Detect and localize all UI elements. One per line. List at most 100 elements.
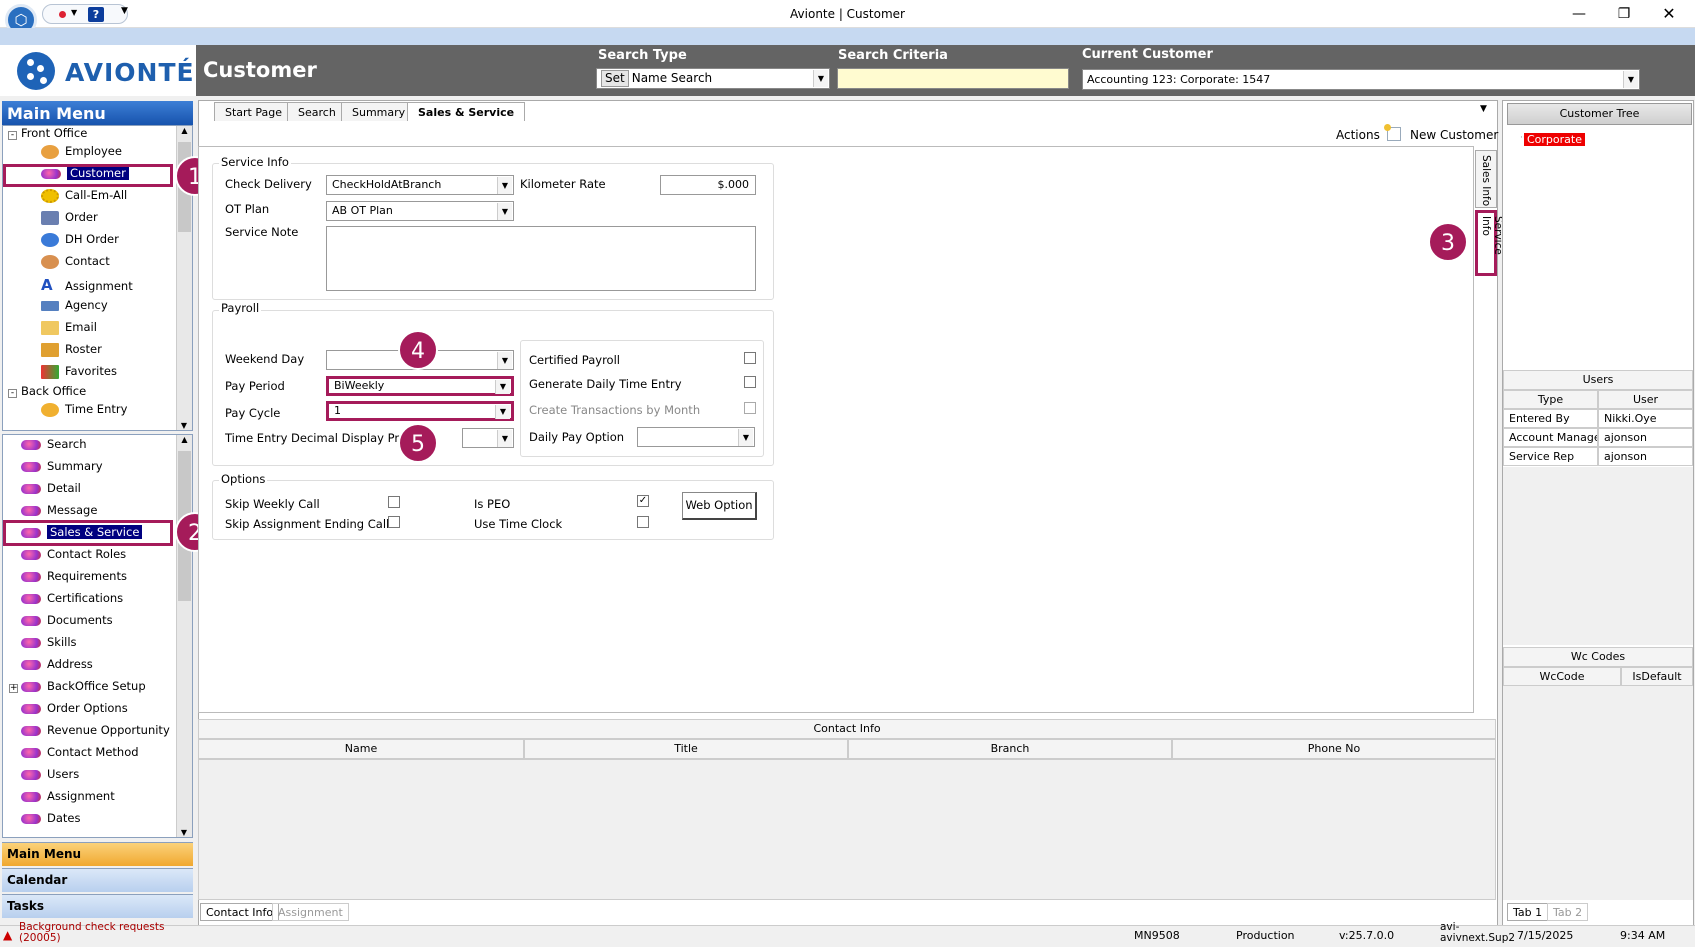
current-customer-select[interactable]: Accounting 123: Corporate: 1547 ▼ [1082,69,1640,90]
scroll-down-icon[interactable]: ▼ [177,421,191,430]
submenu-item-summary[interactable]: Summary [21,459,103,477]
pay-cycle-select[interactable]: 1 ▼ [326,401,514,421]
tree-item-employee[interactable]: Employee [41,144,122,162]
restore-icon[interactable]: ❐ [1611,4,1637,24]
tab-start-page[interactable]: Start Page [214,102,293,121]
use-time-clock-checkbox[interactable] [637,516,649,528]
collapse-icon[interactable]: - [8,131,17,140]
tree-item-front-office[interactable]: - Front Office [8,126,87,144]
certified-payroll-checkbox[interactable] [744,352,756,364]
tree-item-contact[interactable]: Contact [41,254,110,272]
tab-search[interactable]: Search [287,102,347,121]
tab-assignment[interactable]: Assignment [272,903,349,921]
tab-summary[interactable]: Summary [341,102,417,121]
submenu-item-documents[interactable]: Documents [21,613,113,631]
submenu-item-assignment[interactable]: Assignment [21,789,115,807]
tree-node-corporate[interactable]: Corporate [1524,133,1585,146]
wc-column-wccode[interactable]: WcCode [1503,667,1621,686]
chevron-down-icon[interactable]: ▼ [495,405,510,419]
users-column-user[interactable]: User [1598,390,1693,409]
chevron-down-icon[interactable]: ▼ [497,352,512,369]
chevron-down-icon[interactable]: ▼ [497,430,512,447]
submenu-item-message[interactable]: Message [21,503,97,521]
side-tab-sales-info[interactable]: Sales Info [1475,150,1497,208]
right-tab-1[interactable]: Tab 1 [1507,903,1549,921]
tree-item-order[interactable]: Order [41,210,98,228]
new-customer-icon[interactable] [1384,124,1401,141]
side-tab-service-info[interactable]: Service Info [1475,210,1504,276]
column-header-title[interactable]: Title [524,739,848,759]
scroll-down-icon[interactable]: ▼ [177,828,191,837]
submenu-item-detail[interactable]: Detail [21,481,81,499]
tree-item-call-em-all[interactable]: Call-Em-All [41,188,127,206]
background-check-alert[interactable]: Background check requests (20005) [19,922,164,944]
chevron-down-icon[interactable]: ▼ [495,380,510,394]
submenu-item-label: BackOffice Setup [47,679,146,693]
skip-weekly-call-checkbox[interactable] [388,496,400,508]
chevron-down-icon[interactable]: ▼ [738,429,753,446]
submenu-item-backoffice-setup[interactable]: + BackOffice Setup [9,679,146,697]
tree-item-back-office[interactable]: - Back Office [8,384,86,402]
skip-assignment-ending-checkbox[interactable] [388,516,400,528]
wc-column-isdefault[interactable]: IsDefault [1621,667,1693,686]
tree-item-roster[interactable]: Roster [41,342,102,360]
collapse-icon[interactable]: - [8,389,17,398]
check-delivery-select[interactable]: CheckHoldAtBranch ▼ [326,175,514,195]
service-note-textarea[interactable] [326,226,756,291]
is-peo-checkbox[interactable]: ✓ [637,495,649,507]
submenu-scrollbar[interactable]: ▲ ▼ [176,435,192,837]
column-header-branch[interactable]: Branch [848,739,1172,759]
warning-icon[interactable]: ▲ [3,928,12,942]
submenu-item-search[interactable]: Search [21,437,87,455]
chevron-down-icon[interactable]: ▼ [813,70,828,87]
daily-pay-option-select[interactable]: ▼ [637,427,755,447]
chevron-down-icon[interactable]: ▼ [1623,71,1638,88]
nav-tasks-button[interactable]: Tasks [2,894,193,918]
nav-calendar-button[interactable]: Calendar [2,868,193,892]
pay-period-select[interactable]: BiWeekly ▼ [326,376,514,396]
submenu-item-skills[interactable]: Skills [21,635,77,653]
submenu-item-contact-roles[interactable]: Contact Roles [21,547,126,565]
tree-item-assignment[interactable]: A Assignment [41,276,133,294]
search-type-select[interactable]: Set Name Search ▼ [596,68,830,89]
chevron-down-icon[interactable]: ▼ [497,177,512,194]
new-customer-button[interactable]: New Customer [1410,128,1498,142]
submenu-item-contact-method[interactable]: Contact Method [21,745,139,763]
chevron-down-icon[interactable]: ▼ [497,203,512,220]
customer-tree-button[interactable]: Customer Tree [1507,103,1692,125]
submenu-item-requirements[interactable]: Requirements [21,569,127,587]
tab-contact-info[interactable]: Contact Info [200,903,280,921]
tree-item-dh-order[interactable]: DH Order [41,232,119,250]
submenu-item-certifications[interactable]: Certifications [21,591,123,609]
nav-main-menu-button[interactable]: Main Menu [2,842,193,866]
tree-item-email[interactable]: Email [41,320,97,338]
ot-plan-select[interactable]: AB OT Plan ▼ [326,201,514,221]
tree-item-time-entry[interactable]: Time Entry [41,402,127,420]
scroll-up-icon[interactable]: ▲ [177,435,192,444]
scroll-up-icon[interactable]: ▲ [177,126,192,135]
actions-menu[interactable]: Actions [1336,128,1380,142]
set-button[interactable]: Set [601,70,629,87]
time-entry-decimal-select[interactable]: ▼ [462,428,514,448]
minimize-icon[interactable]: — [1566,4,1592,24]
kilometer-rate-input[interactable]: $.000 [660,175,756,195]
tab-sales-service[interactable]: Sales & Service [407,102,526,121]
create-transactions-checkbox[interactable] [744,402,756,414]
users-column-type[interactable]: Type [1503,390,1598,409]
web-option-button[interactable]: Web Option [682,492,757,520]
submenu-item-order-options[interactable]: Order Options [21,701,128,719]
column-header-phone[interactable]: Phone No [1172,739,1496,759]
column-header-name[interactable]: Name [198,739,524,759]
tab-list-dropdown-icon[interactable]: ▼ [1480,104,1487,114]
expand-icon[interactable]: + [9,684,18,693]
submenu-item-dates[interactable]: Dates [21,811,80,829]
search-criteria-input[interactable] [837,68,1069,89]
tree-item-favorites[interactable]: Favorites [41,364,117,382]
submenu-item-users[interactable]: Users [21,767,79,785]
right-tab-2[interactable]: Tab 2 [1547,903,1589,921]
close-icon[interactable]: ✕ [1656,4,1682,24]
tree-item-agency[interactable]: Agency [41,298,108,316]
submenu-item-address[interactable]: Address [21,657,93,675]
generate-daily-checkbox[interactable] [744,376,756,388]
submenu-item-revenue-opportunity[interactable]: Revenue Opportunity [21,723,170,741]
